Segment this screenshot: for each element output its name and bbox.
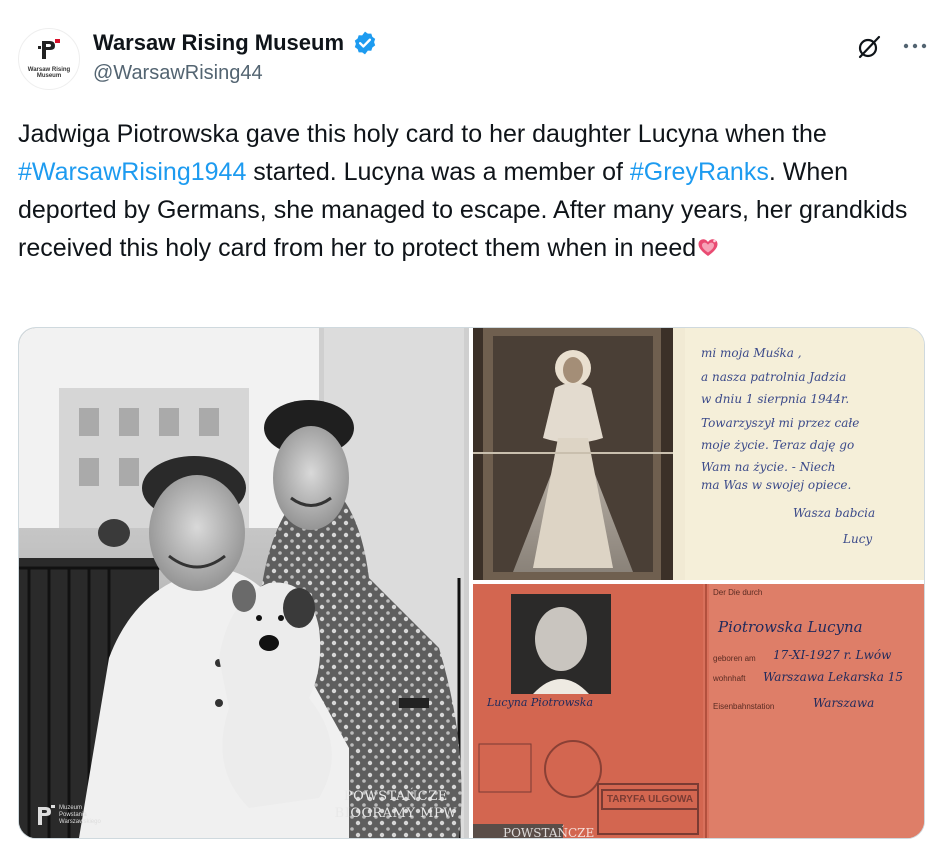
note-line: ma Was w swojej opiece. (701, 478, 852, 492)
id-card-signature: Lucyna Piotrowska (487, 696, 594, 709)
tweet-text: Jadwiga Piotrowska gave this holy card t… (18, 115, 928, 267)
id-card-label: wohnhaft (713, 674, 746, 683)
note-line: Towarzyszył mi przez całe (701, 416, 860, 430)
note-line: a nasza patrolnia Jadzia (701, 370, 847, 384)
hashtag-link[interactable]: #WarsawRising1944 (18, 158, 246, 186)
grok-icon[interactable] (856, 34, 882, 60)
note-line: Wasza babcia (793, 506, 876, 520)
note-line: Lucy (843, 532, 873, 546)
id-card-label: Der Die durch (713, 588, 763, 597)
watermark: POWSTAŃCZE BIOGRAMY MPW (335, 788, 457, 822)
note-line: w dniu 1 sierpnia 1944r. (701, 392, 850, 406)
museum-logo-icon (38, 805, 55, 825)
avatar-text: Warsaw Rising Museum (27, 67, 71, 79)
media-grid: POWSTAŃCZE BIOGRAMY MPW Muzeum Powstania… (18, 327, 925, 839)
note-line: Wam na życie. - Niech (701, 460, 836, 474)
watermark-small: POWSTAŃCZE (503, 826, 595, 838)
photo-women-with-dog-image (19, 328, 469, 838)
id-card-birth: 17-XI-1927 r. Lwów (773, 648, 892, 662)
id-card-name: Piotrowska Lucyna (718, 618, 863, 636)
author-names: Warsaw Rising Museum @WarsawRising44 (93, 30, 378, 85)
tweet-header: Warsaw Rising Museum Warsaw Rising Museu… (18, 26, 930, 96)
note-line: mi moja Muśka , (701, 346, 802, 360)
hashtag-link[interactable]: #GreyRanks (630, 158, 769, 186)
photo-holy-card[interactable]: mi moja Muśka , a nasza patrolnia Jadzia… (473, 328, 924, 580)
id-card-stamp: TARYFA ULGOWA (601, 789, 699, 810)
photo-women-with-dog[interactable]: POWSTAŃCZE BIOGRAMY MPW Muzeum Powstania… (19, 328, 469, 838)
id-card-label: geboren am (713, 654, 756, 663)
watermark-line: POWSTAŃCZE (343, 789, 448, 804)
sparkling-heart-icon (698, 239, 718, 256)
verified-badge-icon (355, 31, 376, 55)
photo-id-card[interactable]: Der Die durch Piotrowska Lucyna geboren … (473, 584, 924, 838)
display-name[interactable]: Warsaw Rising Museum (93, 30, 344, 56)
avatar[interactable]: Warsaw Rising Museum (18, 28, 80, 90)
more-icon[interactable] (900, 32, 930, 60)
watermark-line: BIOGRAMY MPW (334, 806, 457, 821)
museum-logo-icon (38, 39, 60, 59)
note-line: moje życie. Teraz daję go (701, 438, 855, 452)
tweet-text-part: Jadwiga Piotrowska gave this holy card t… (18, 120, 827, 148)
watermark-logo-text: Muzeum Powstania Warszawskiego (59, 805, 101, 825)
handle[interactable]: @WarsawRising44 (93, 62, 378, 85)
id-card-station: Warszawa (813, 696, 875, 710)
tweet-text-part: started. Lucyna was a member of (246, 158, 630, 186)
id-card-address: Warszawa Lekarska 15 (763, 670, 903, 684)
id-card-label: Eisenbahnstation (713, 702, 775, 711)
